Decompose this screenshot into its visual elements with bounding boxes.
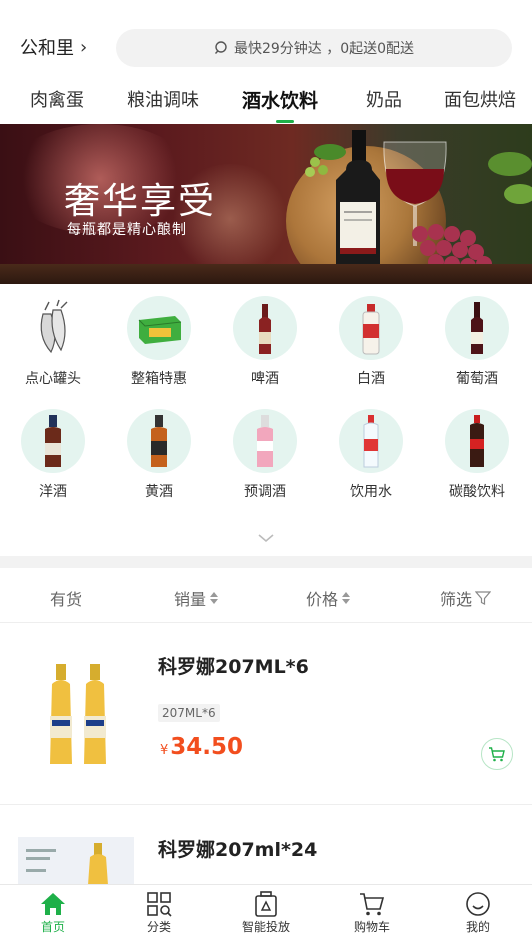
sort-label: 有货 [50,590,83,609]
search-bar[interactable]: 最快29分钟达 ，0起送0配送 [116,29,512,67]
snack-icon [21,296,85,360]
subcategory-soda[interactable]: 碳酸饮料 [424,409,530,501]
soda-bottle-icon [445,409,509,473]
home-icon [41,893,65,915]
baijiu-bottle-icon [339,296,403,360]
subcategory-foreign-spirits[interactable]: 洋酒 [0,409,106,501]
chevron-down-icon[interactable] [256,532,276,544]
product-name[interactable]: 科罗娜207ml*24 [158,835,317,862]
subcategory-label: 白酒 [357,371,385,387]
yellow-wine-bottle-icon [127,409,191,473]
tab-category-grain-oil[interactable]: 粮油调味 [127,86,199,112]
price-value: 34.50 [170,734,244,760]
cart-icon [489,747,505,762]
product-image [50,664,106,764]
active-tab-indicator [276,120,294,123]
sort-arrows-icon [210,592,219,604]
tab-smart-dispatch[interactable]: 智能投放 [226,891,306,935]
subcategory-label: 碳酸饮料 [449,484,505,500]
location-label: 公和里 [20,38,74,59]
sort-arrows-icon [342,592,351,604]
sort-bar: 有货 销量 价格 筛选 [0,568,532,623]
bottom-tab-bar: 首页 分类 智能投放 购物车 我的 [0,884,532,947]
tab-label: 首页 [40,920,65,934]
add-to-cart-button[interactable] [481,738,513,770]
product-price: ¥ 34.50 [160,734,243,760]
tab-label: 购物车 [353,920,390,934]
subcategory-wine[interactable]: 葡萄酒 [424,296,530,388]
banner-title: 奢华享受 [64,181,217,222]
sort-label: 价格 [306,590,339,609]
sort-in-stock[interactable]: 有货 [50,586,82,610]
subcategory-snacks[interactable]: 点心罐头 [0,296,106,388]
tab-cart[interactable]: 购物车 [332,891,412,935]
product-card[interactable]: 科罗娜207ML*6 207ML*6 ¥ 34.50 [0,624,532,805]
sort-price[interactable]: 价格 [306,586,351,610]
sort-label: 筛选 [440,590,473,609]
wine-bottle-icon [445,296,509,360]
currency-symbol: ¥ [160,743,169,758]
tab-category-bakery[interactable]: 面包烘焙 [444,86,516,112]
search-icon [214,41,227,54]
subcategory-case-deals[interactable]: 整箱特惠 [106,296,212,388]
tab-category[interactable]: 分类 [119,891,199,935]
tab-profile[interactable]: 我的 [438,891,518,935]
product-image [18,837,134,885]
subcategory-water[interactable]: 饮用水 [318,409,424,501]
top-bar: 公和里 › 最快29分钟达 ，0起送0配送 [0,0,532,78]
filter-funnel-icon [475,591,492,605]
cart-icon [360,893,385,916]
category-grid-icon [147,892,172,917]
tab-category-dairy[interactable]: 奶品 [366,86,402,112]
tab-category-meat[interactable]: 肉禽蛋 [30,86,84,112]
product-spec-tag: 207ML*6 [158,704,220,722]
smart-dispatch-icon [255,891,277,917]
section-divider [0,556,532,568]
water-bottle-icon [339,409,403,473]
subcategory-label: 葡萄酒 [456,371,498,387]
subcategory-yellow-wine[interactable]: 黄酒 [106,409,212,501]
spirits-bottle-icon [21,409,85,473]
tab-label: 我的 [465,920,490,934]
subcategory-beer[interactable]: 啤酒 [212,296,318,388]
subcategory-label: 啤酒 [251,371,279,387]
subcategory-label: 整箱特惠 [131,371,187,387]
promo-banner[interactable]: 奢华享受 每瓶都是精心酿制 [0,124,532,284]
tab-label: 分类 [146,920,171,934]
tab-label: 智能投放 [241,920,290,934]
chevron-right-icon: › [80,36,88,58]
profile-icon [466,892,490,916]
location-selector[interactable]: 公和里 › [20,34,87,60]
search-hint: 最快29分钟达 ，0起送0配送 [233,41,415,57]
premix-bottle-icon [233,409,297,473]
banner-subtitle: 每瓶都是精心酿制 [67,222,187,238]
beer-bottle-icon [233,296,297,360]
filter-button[interactable]: 筛选 [440,586,492,610]
tab-home[interactable]: 首页 [13,891,93,935]
tab-category-drinks[interactable]: 酒水饮料 [242,86,318,113]
subcategory-label: 黄酒 [145,484,173,500]
subcategory-label: 洋酒 [39,484,67,500]
category-tabs: 肉禽蛋 粮油调味 酒水饮料 奶品 面包烘焙 [0,80,532,123]
subcategory-premix[interactable]: 预调酒 [212,409,318,501]
banner-table [0,264,532,284]
subcategory-label: 点心罐头 [25,371,81,387]
subcategory-label: 饮用水 [350,484,392,500]
product-name[interactable]: 科罗娜207ML*6 [158,652,309,679]
case-box-icon [127,296,191,360]
subcategory-label: 预调酒 [244,484,286,500]
sort-sales[interactable]: 销量 [174,586,219,610]
sort-label: 销量 [174,590,207,609]
subcategory-baijiu[interactable]: 白酒 [318,296,424,388]
product-card[interactable]: 科罗娜207ml*24 [0,805,532,885]
